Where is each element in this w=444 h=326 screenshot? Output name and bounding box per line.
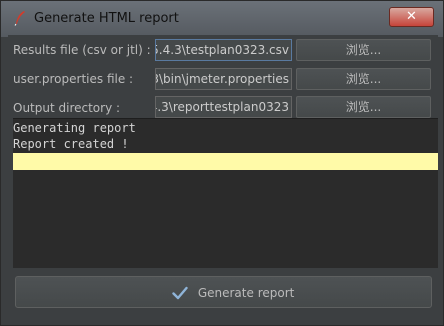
checkmark-icon — [172, 286, 188, 299]
feather-icon — [14, 11, 25, 26]
close-icon: ✕ — [406, 9, 417, 24]
generate-report-button[interactable]: Generate report — [15, 276, 432, 308]
results-file-value: C:\apache-jmeter-5.4.3\testplan0323.csv — [156, 43, 289, 57]
output-directory-value: C:\apache-jmeter-5.4.3\reporttestplan032… — [156, 100, 289, 114]
window-title: Generate HTML report — [34, 11, 179, 26]
generate-report-dialog: Generate HTML report ✕ Results file (csv… — [0, 0, 444, 326]
log-line: Generating report — [13, 121, 136, 135]
user-properties-browse-button[interactable]: 浏览... — [296, 68, 431, 90]
generate-report-label: Generate report — [197, 285, 295, 300]
results-file-field[interactable]: C:\apache-jmeter-5.4.3\testplan0323.csv — [155, 39, 292, 61]
output-directory-browse-button[interactable]: 浏览... — [296, 96, 431, 118]
log-output[interactable]: Generating report Report created ! — [13, 118, 438, 268]
output-directory-field[interactable]: C:\apache-jmeter-5.4.3\reporttestplan032… — [155, 96, 292, 118]
output-directory-label: Output directory : — [13, 101, 121, 115]
dialog-body: Results file (csv or jtl) : C:\apache-jm… — [8, 35, 438, 320]
log-line: Report created ! — [13, 137, 129, 151]
current-line-highlight — [13, 153, 438, 170]
user-properties-field[interactable]: C:\apache-jmeter-5.4.3\bin\jmeter.proper… — [155, 68, 292, 90]
results-file-label: Results file (csv or jtl) : — [13, 43, 151, 57]
user-properties-label: user.properties file : — [13, 72, 134, 86]
title-bar[interactable]: Generate HTML report ✕ — [1, 1, 443, 37]
user-properties-value: C:\apache-jmeter-5.4.3\bin\jmeter.proper… — [156, 72, 289, 86]
close-button[interactable]: ✕ — [389, 7, 434, 27]
results-file-browse-button[interactable]: 浏览... — [296, 39, 431, 61]
